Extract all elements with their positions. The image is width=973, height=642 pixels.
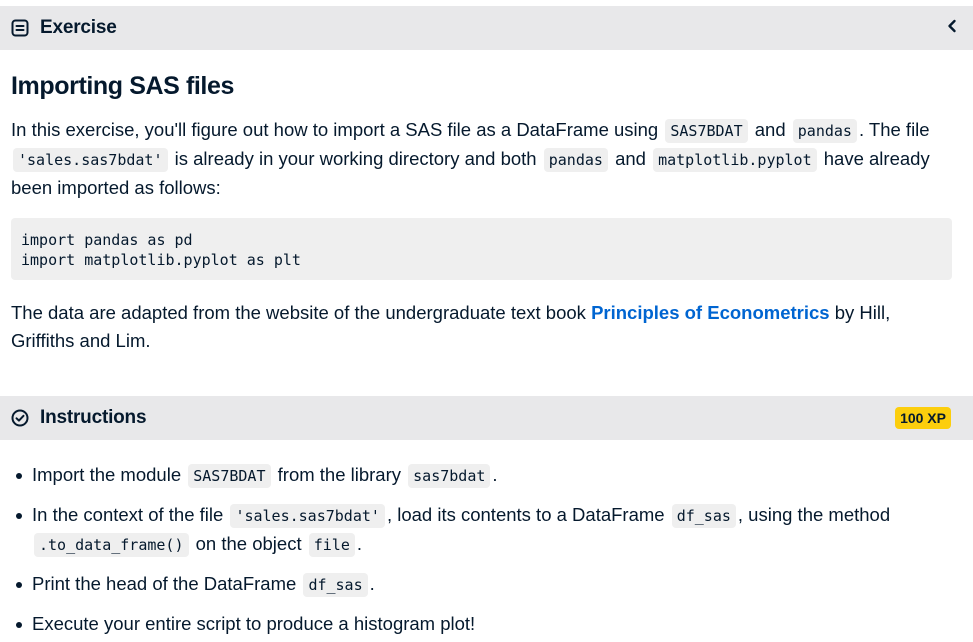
list-item: Execute your entire script to produce a … — [0, 610, 973, 638]
exercise-header: Exercise — [0, 6, 973, 50]
item-text: from the library — [272, 464, 407, 485]
inline-code: file — [308, 533, 355, 557]
inline-code: pandas — [543, 148, 608, 172]
inline-code: .to_data_frame() — [34, 533, 189, 557]
instructions-header: Instructions 100 XP — [0, 396, 973, 440]
intro-text: In this exercise, you'll figure out how … — [11, 119, 664, 140]
list-item: In the context of the file 'sales.sas7bd… — [0, 501, 973, 559]
source-text: The data are adapted from the website of… — [11, 302, 592, 323]
inline-code: df_sas — [671, 504, 736, 528]
bullet-icon — [16, 513, 22, 519]
instructions-header-label: Instructions — [40, 407, 147, 428]
chevron-left-icon — [946, 18, 958, 39]
exercise-source: The data are adapted from the website of… — [11, 299, 956, 355]
item-text: Execute your entire script to produce a … — [32, 613, 476, 634]
inline-code: sas7bdat — [408, 464, 491, 488]
item-text: on the object — [190, 533, 307, 554]
list-item: Print the head of the DataFrame df_sas. — [0, 570, 973, 599]
list-item: Import the module SAS7BDAT from the libr… — [0, 461, 973, 490]
exercise-title: Importing SAS files — [11, 72, 234, 100]
item-text: . — [492, 464, 498, 485]
exercise-intro: In this exercise, you'll figure out how … — [11, 116, 956, 202]
inline-code: 'sales.sas7bdat' — [13, 148, 168, 172]
inline-code: matplotlib.pyplot — [653, 148, 817, 172]
xp-badge: 100 XP — [895, 407, 951, 429]
inline-code: SAS7BDAT — [665, 119, 748, 143]
instructions-list: Import the module SAS7BDAT from the libr… — [0, 461, 973, 642]
item-text: , load its contents to a DataFrame — [386, 504, 670, 525]
item-text: Print the head of the DataFrame — [32, 573, 302, 594]
collapse-button[interactable] — [941, 17, 963, 39]
intro-text: is already in your working directory and… — [169, 148, 542, 169]
intro-text: and — [749, 119, 791, 140]
inline-code: pandas — [792, 119, 857, 143]
intro-text: and — [609, 148, 652, 169]
intro-text: . The file — [858, 119, 930, 140]
bullet-icon — [16, 622, 22, 628]
item-text: Import the module — [32, 464, 187, 485]
exercise-page: Exercise Importing SAS files In this exe… — [0, 0, 973, 642]
item-text: , using the method — [737, 504, 891, 525]
code-block: import pandas as pd import matplotlib.py… — [11, 218, 952, 280]
item-text: . — [369, 573, 375, 594]
item-text: . — [356, 533, 362, 554]
item-text: In the context of the file — [32, 504, 229, 525]
document-icon — [11, 19, 29, 37]
bullet-icon — [16, 582, 22, 588]
inline-code: df_sas — [303, 573, 368, 597]
inline-code: SAS7BDAT — [188, 464, 271, 488]
check-circle-icon — [11, 409, 29, 427]
principles-of-econometrics-link[interactable]: Principles of Econometrics — [591, 302, 830, 323]
exercise-header-label: Exercise — [40, 17, 117, 38]
inline-code: 'sales.sas7bdat' — [230, 504, 385, 528]
bullet-icon — [16, 473, 22, 479]
